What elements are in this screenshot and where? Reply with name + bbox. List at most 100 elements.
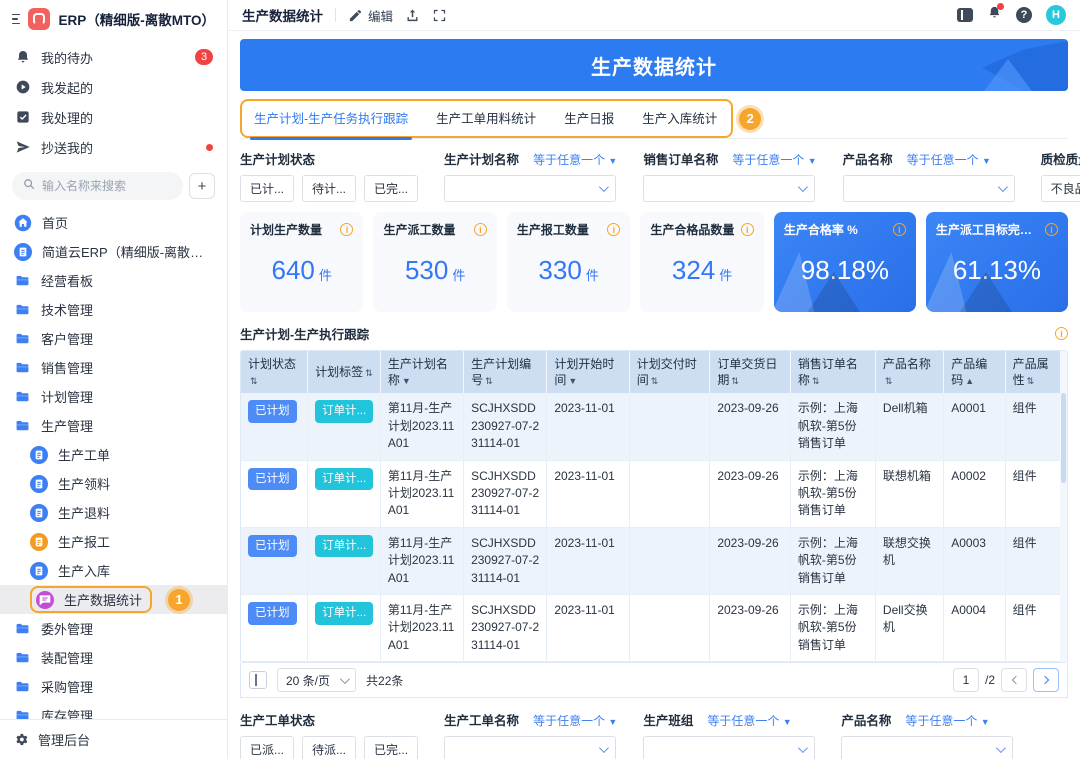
status-option-button[interactable]: 已完... bbox=[364, 175, 418, 202]
info-icon[interactable]: i bbox=[607, 223, 620, 236]
col-product-code[interactable]: 产品编码▲ bbox=[944, 351, 1005, 393]
sidebar-item-home[interactable]: 首页 bbox=[0, 208, 227, 237]
add-button[interactable]: + bbox=[189, 173, 215, 199]
col-plan-status[interactable]: 计划状态⇅ bbox=[241, 351, 308, 393]
info-icon[interactable]: i bbox=[474, 223, 487, 236]
table-row[interactable]: 已计划 订单计... 第11月-生产计划2023.11A01SCJHXSDD23… bbox=[241, 594, 1067, 661]
sidebar-item-my-initiated[interactable]: 我发起的 bbox=[0, 72, 227, 102]
status-option-button[interactable]: 已派... bbox=[240, 736, 294, 759]
sidebar-item-material-request[interactable]: 生产领料 bbox=[0, 469, 227, 498]
page-size-select[interactable]: 20 条/页 bbox=[277, 668, 356, 692]
collapse-sidebar-icon[interactable] bbox=[12, 14, 20, 25]
status-option-button[interactable]: 已计... bbox=[240, 175, 294, 202]
next-page-button[interactable] bbox=[1033, 668, 1059, 692]
chart-message-icon bbox=[36, 591, 54, 609]
tab-inbound-stats[interactable]: 生产入库统计 bbox=[642, 108, 717, 127]
sidebar-item-material-return[interactable]: 生产退料 bbox=[0, 498, 227, 527]
notifications-button[interactable] bbox=[987, 5, 1002, 25]
chevron-down-icon bbox=[340, 674, 350, 684]
app-root: ERP（精细版-离散MTO） 我的待办 3 我发起的 我处理的 抄送我的 bbox=[0, 0, 1080, 759]
table-scrollbar[interactable] bbox=[1060, 351, 1067, 662]
help-button[interactable]: ? bbox=[1016, 7, 1032, 23]
filter-operator-dropdown[interactable]: 等于任意一个 ▼ bbox=[907, 151, 991, 168]
filter-operator-dropdown[interactable]: 等于任意一个 ▼ bbox=[533, 151, 617, 168]
plan-name-select[interactable] bbox=[444, 175, 616, 202]
sidebar-item-plan-mgmt[interactable]: 计划管理 bbox=[0, 382, 227, 411]
sidebar-item-production-data-stats[interactable]: 生产数据统计 1 bbox=[0, 585, 227, 614]
team-select[interactable] bbox=[643, 736, 815, 759]
sidebar-item-tech-mgmt[interactable]: 技术管理 bbox=[0, 295, 227, 324]
fullscreen-icon[interactable] bbox=[432, 8, 447, 23]
info-icon[interactable]: i bbox=[1055, 327, 1068, 340]
kpi-reported-qty: 生产报工数量i 330件 bbox=[507, 212, 630, 312]
filter-operator-dropdown[interactable]: 等于任意一个 ▼ bbox=[533, 712, 617, 729]
sidebar-item-label: 抄送我的 bbox=[41, 138, 93, 157]
tab-plan-task-tracking[interactable]: 生产计划-生产任务执行跟踪 bbox=[254, 108, 408, 127]
status-option-button[interactable]: 已完... bbox=[364, 736, 418, 759]
filter-operator-dropdown[interactable]: 等于任意一个 ▼ bbox=[707, 712, 791, 729]
sidebar-item-inventory-mgmt[interactable]: 库存管理 bbox=[0, 701, 227, 719]
prev-page-button[interactable] bbox=[1001, 668, 1027, 692]
info-icon[interactable]: i bbox=[340, 223, 353, 236]
sidebar-item-production-inbound[interactable]: 生产入库 bbox=[0, 556, 227, 585]
search-box[interactable] bbox=[12, 172, 183, 200]
admin-console-entry[interactable]: 管理后台 bbox=[0, 719, 227, 759]
edit-button[interactable]: 编辑 bbox=[348, 6, 393, 25]
col-plan-tag[interactable]: 计划标签⇅ bbox=[308, 351, 381, 393]
cc-unread-dot bbox=[206, 144, 213, 151]
sidebar-item-work-report[interactable]: 生产报工 bbox=[0, 527, 227, 556]
page-title: 生产数据统计 bbox=[242, 5, 323, 25]
status-option-button[interactable]: 待派... bbox=[302, 736, 356, 759]
filter-operator-dropdown[interactable]: 等于任意一个 ▼ bbox=[732, 151, 816, 168]
info-icon[interactable]: i bbox=[741, 223, 754, 236]
sidebar-header: ERP（精细版-离散MTO） bbox=[0, 6, 227, 38]
sidebar-item-production-workorder[interactable]: 生产工单 bbox=[0, 440, 227, 469]
sidebar-item-workspace[interactable]: 简道云ERP（精细版-离散MTO）「... bbox=[0, 237, 227, 266]
sidebar-item-business-board[interactable]: 经营看板 bbox=[0, 266, 227, 295]
table-row[interactable]: 已计划 订单计... 第11月-生产计划2023.11A01SCJHXSDD23… bbox=[241, 393, 1067, 460]
sidebar-item-outsourcing-mgmt[interactable]: 委外管理 bbox=[0, 614, 227, 643]
col-plan-code[interactable]: 生产计划编号⇅ bbox=[464, 351, 547, 393]
kpi-qualified-qty: 生产合格品数量i 324件 bbox=[640, 212, 763, 312]
sidebar-item-sales-mgmt[interactable]: 销售管理 bbox=[0, 353, 227, 382]
workorder-filters: 生产工单状态 已派... 待派... 已完... 生产工单名称 等于任意一个 ▼ bbox=[240, 710, 1068, 759]
status-option-button[interactable]: 待计... bbox=[302, 175, 356, 202]
info-icon[interactable]: i bbox=[893, 223, 906, 236]
sidebar-item-label: 客户管理 bbox=[41, 329, 93, 348]
sidebar-item-label: 生产报工 bbox=[58, 532, 110, 551]
sidebar-item-my-todo[interactable]: 我的待办 3 bbox=[0, 42, 227, 72]
workorder-name-filter: 生产工单名称 等于任意一个 ▼ bbox=[444, 710, 617, 759]
sidebar-item-cc-me[interactable]: 抄送我的 bbox=[0, 132, 227, 162]
column-settings-icon[interactable] bbox=[249, 671, 267, 689]
search-input[interactable] bbox=[42, 179, 173, 193]
col-order-delivery[interactable]: 订单交货日期⇅ bbox=[710, 351, 791, 393]
tab-workorder-material-stats[interactable]: 生产工单用料统计 bbox=[436, 108, 536, 127]
col-plan-name[interactable]: 生产计划名称▼ bbox=[380, 351, 463, 393]
sales-order-select[interactable] bbox=[643, 175, 815, 202]
share-upload-icon[interactable] bbox=[405, 8, 420, 23]
sidebar-item-label: 经营看板 bbox=[41, 271, 93, 290]
page-number-input[interactable]: 1 bbox=[953, 668, 979, 692]
filter-operator-dropdown[interactable]: 等于任意一个 ▼ bbox=[905, 712, 989, 729]
handbook-icon[interactable] bbox=[957, 8, 973, 22]
tab-production-daily[interactable]: 生产日报 bbox=[564, 108, 614, 127]
col-plan-start[interactable]: 计划开始时间▼ bbox=[547, 351, 629, 393]
sidebar-item-production-mgmt[interactable]: 生产管理 bbox=[0, 411, 227, 440]
sidebar-item-my-handled[interactable]: 我处理的 bbox=[0, 102, 227, 132]
product-name-select[interactable] bbox=[843, 175, 1015, 202]
col-plan-due[interactable]: 计划交付时间⇅ bbox=[629, 351, 710, 393]
col-product-name[interactable]: 产品名称⇅ bbox=[875, 351, 943, 393]
col-sales-order[interactable]: 销售订单名称⇅ bbox=[790, 351, 875, 393]
sidebar-item-procurement-mgmt[interactable]: 采购管理 bbox=[0, 672, 227, 701]
workorder-name-select[interactable] bbox=[444, 736, 616, 759]
sidebar-item-assembly-mgmt[interactable]: 装配管理 bbox=[0, 643, 227, 672]
col-product-attr[interactable]: 产品属性⇅ bbox=[1005, 351, 1066, 393]
table-row[interactable]: 已计划 订单计... 第11月-生产计划2023.11A01SCJHXSDD23… bbox=[241, 460, 1067, 527]
product-select-2[interactable] bbox=[841, 736, 1013, 759]
table-row[interactable]: 已计划 订单计... 第11月-生产计划2023.11A01SCJHXSDD23… bbox=[241, 527, 1067, 594]
info-icon[interactable]: i bbox=[1045, 223, 1058, 236]
avatar[interactable]: H bbox=[1046, 5, 1066, 25]
filter-label: 生产班组 bbox=[643, 710, 693, 729]
quality-option-button[interactable]: 不良品 bbox=[1041, 175, 1080, 202]
sidebar-item-customer-mgmt[interactable]: 客户管理 bbox=[0, 324, 227, 353]
